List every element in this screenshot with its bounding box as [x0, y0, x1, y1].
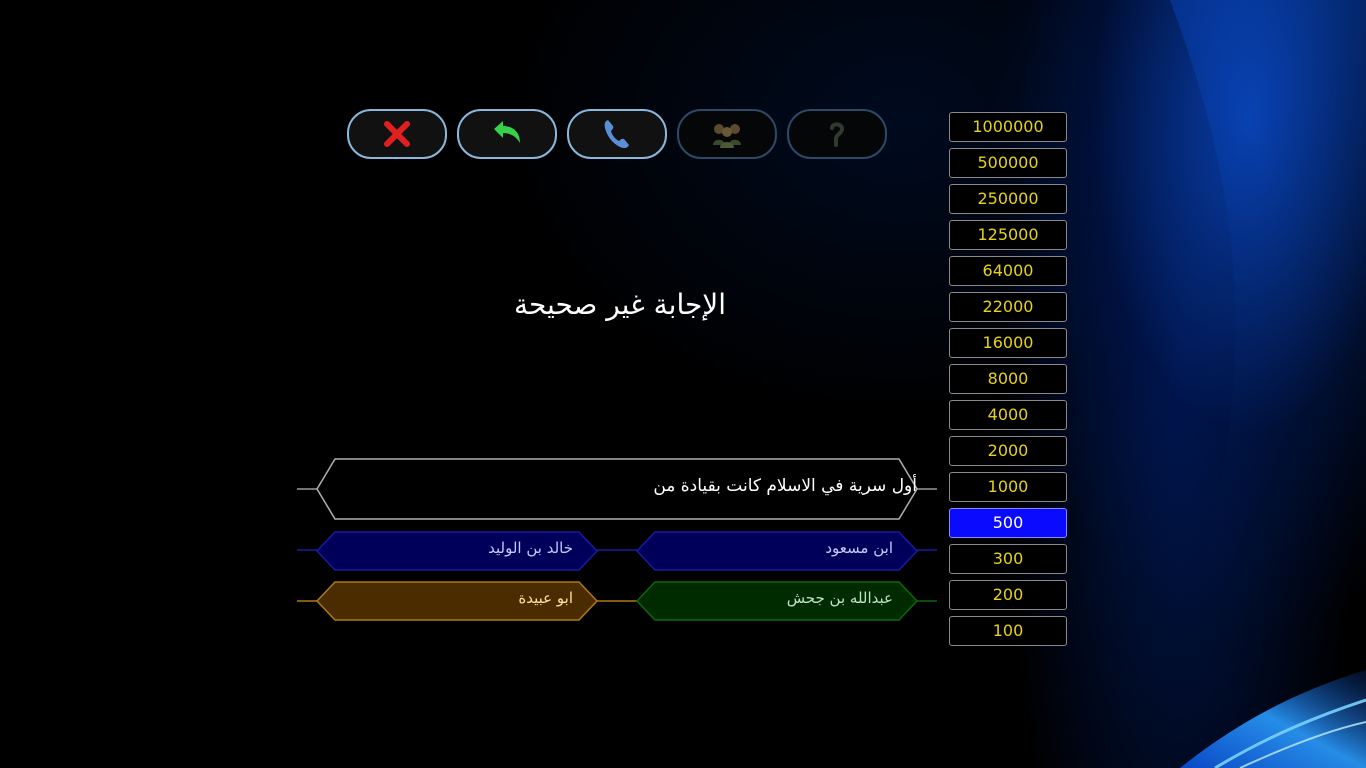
money-ladder: 1000000 500000 250000 125000 64000 22000 16000… [949, 112, 1069, 652]
prize-level: 4000 [949, 400, 1067, 430]
undo-arrow-icon [494, 121, 520, 143]
answer-text: خالد بن الوليد [488, 539, 573, 557]
answer-text: عبدالله بن جحش [786, 589, 893, 607]
prize-level: 16000 [949, 328, 1067, 358]
result-message: الإجابة غير صحيحة [513, 288, 727, 321]
exit-icon [384, 121, 410, 147]
prize-level: 1000 [949, 472, 1067, 502]
prize-level: 500000 [949, 148, 1067, 178]
answer-option-bottom-left[interactable]: ابو عبيدة [315, 581, 599, 621]
question-text: أول سرية في الاسلام كانت بقيادة من [653, 476, 917, 496]
prize-level: 100 [949, 616, 1067, 646]
ask-audience-button[interactable] [677, 109, 777, 159]
answer-option-top-right[interactable]: ابن مسعود [635, 531, 919, 571]
game-screen: 1000000 500000 250000 125000 64000 22000 16000… [0, 0, 1366, 768]
answer-option-top-left[interactable]: خالد بن الوليد [315, 531, 599, 571]
undo-button[interactable] [457, 109, 557, 159]
prize-level: 64000 [949, 256, 1067, 286]
prize-level: 300 [949, 544, 1067, 574]
hint-button[interactable] [787, 109, 887, 159]
question-mark-icon [830, 122, 845, 147]
answer-option-bottom-right[interactable]: عبدالله بن جحش [635, 581, 919, 621]
prize-level: 22000 [949, 292, 1067, 322]
prize-level: 125000 [949, 220, 1067, 250]
prize-level-current: 500 [949, 508, 1067, 538]
prize-level: 2000 [949, 436, 1067, 466]
prize-level: 1000000 [949, 112, 1067, 142]
prize-level: 250000 [949, 184, 1067, 214]
prize-level: 200 [949, 580, 1067, 610]
phone-icon [604, 120, 629, 149]
answer-text: ابن مسعود [825, 539, 893, 557]
audience-icon [713, 124, 741, 148]
prize-level: 8000 [949, 364, 1067, 394]
phone-a-friend-button[interactable] [567, 109, 667, 159]
answer-text: ابو عبيدة [518, 589, 573, 607]
question-box: أول سرية في الاسلام كانت بقيادة من [297, 458, 937, 520]
exit-button[interactable] [347, 109, 447, 159]
